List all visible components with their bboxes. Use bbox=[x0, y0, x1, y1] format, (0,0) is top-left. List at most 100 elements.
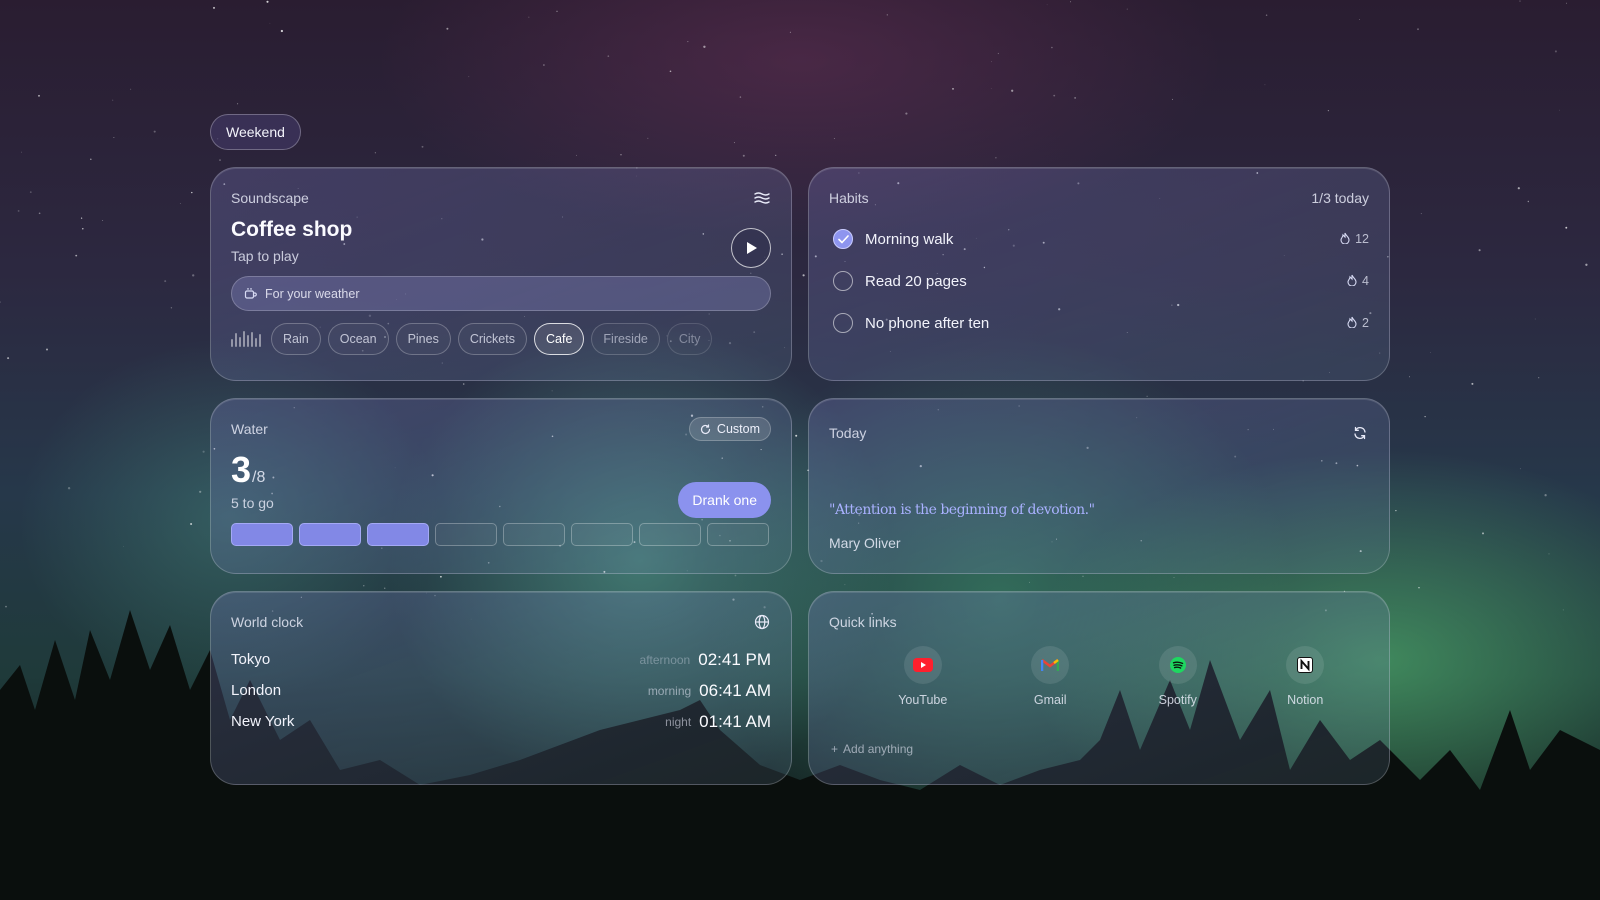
city-name: New York bbox=[231, 713, 295, 730]
context-tag[interactable]: Weekend bbox=[210, 114, 301, 150]
star bbox=[1417, 28, 1419, 31]
water-cup[interactable] bbox=[367, 523, 429, 546]
quote-author: Mary Oliver bbox=[829, 535, 901, 551]
star bbox=[1051, 46, 1053, 49]
chip-pines[interactable]: Pines bbox=[395, 323, 451, 355]
star bbox=[789, 31, 791, 33]
star bbox=[1070, 1, 1072, 3]
chip-cafe[interactable]: Cafe bbox=[534, 323, 585, 355]
quick-link-notion[interactable]: Notion bbox=[1242, 646, 1370, 707]
star bbox=[446, 27, 449, 30]
star bbox=[113, 137, 115, 138]
water-cup[interactable] bbox=[707, 523, 769, 546]
add-link-label: Add anything bbox=[843, 742, 914, 756]
star bbox=[153, 130, 156, 133]
star bbox=[1418, 587, 1420, 589]
star bbox=[952, 87, 954, 90]
star bbox=[1565, 226, 1568, 229]
star bbox=[130, 88, 132, 90]
streak: 12 bbox=[1340, 232, 1369, 247]
star bbox=[1126, 8, 1128, 10]
checkbox-empty-icon[interactable] bbox=[833, 313, 853, 333]
star bbox=[620, 154, 622, 156]
refresh-icon[interactable] bbox=[1351, 424, 1369, 442]
star bbox=[1327, 109, 1330, 112]
quick-link-label: Gmail bbox=[1033, 693, 1067, 707]
today-card: Today "Attention is the beginning of dev… bbox=[808, 398, 1390, 574]
quick-link-label: Notion bbox=[1287, 693, 1324, 707]
star bbox=[1409, 376, 1410, 378]
star bbox=[1420, 213, 1422, 215]
quote-text: "Attention is the beginning of devotion.… bbox=[829, 502, 1095, 518]
soundscape-card: Soundscape Coffee shop Tap to play For y… bbox=[210, 167, 792, 381]
star bbox=[213, 6, 215, 9]
chip-ocean[interactable]: Ocean bbox=[327, 323, 389, 355]
chip-rain[interactable]: Rain bbox=[271, 323, 321, 355]
habits-title: Habits bbox=[829, 190, 869, 206]
star bbox=[266, 0, 269, 3]
star bbox=[102, 219, 104, 222]
star bbox=[67, 487, 71, 490]
add-link-button[interactable]: + Add anything bbox=[831, 742, 913, 756]
star bbox=[1482, 532, 1484, 535]
water-goal: /8 bbox=[252, 469, 266, 486]
habit-row: No phone after ten 2 bbox=[829, 302, 1369, 344]
star bbox=[733, 142, 735, 144]
streak-count: 2 bbox=[1362, 316, 1369, 330]
youtube-icon bbox=[903, 646, 942, 684]
star bbox=[0, 301, 1, 303]
star bbox=[191, 191, 193, 194]
star bbox=[833, 138, 835, 139]
flame-icon bbox=[1347, 316, 1357, 331]
star bbox=[1011, 89, 1014, 92]
star bbox=[1566, 2, 1567, 4]
star bbox=[542, 64, 545, 66]
star bbox=[123, 545, 124, 547]
day-period: morning bbox=[647, 683, 692, 698]
habit-list: Morning walk 12 Read 20 pages 4 No phone aft… bbox=[829, 218, 1369, 344]
star bbox=[164, 280, 167, 283]
star bbox=[1029, 581, 1030, 583]
play-button[interactable] bbox=[731, 228, 771, 268]
water-cup[interactable] bbox=[435, 523, 497, 546]
water-cup[interactable] bbox=[231, 523, 293, 546]
water-cup[interactable] bbox=[503, 523, 565, 546]
city-name: London bbox=[231, 682, 282, 699]
star bbox=[190, 522, 193, 526]
water-cup[interactable] bbox=[571, 523, 633, 546]
checkbox-empty-icon[interactable] bbox=[833, 271, 853, 291]
star bbox=[1558, 109, 1560, 111]
chip-fireside[interactable]: Fireside bbox=[591, 323, 660, 355]
check-icon[interactable] bbox=[833, 229, 853, 249]
star bbox=[556, 10, 558, 12]
quick-link-label: YouTube bbox=[898, 693, 948, 707]
streak: 4 bbox=[1347, 274, 1369, 289]
star bbox=[179, 203, 181, 204]
waves-icon[interactable] bbox=[753, 189, 771, 207]
star bbox=[440, 575, 442, 578]
play-icon bbox=[747, 242, 757, 254]
star bbox=[1519, 0, 1521, 2]
star bbox=[995, 157, 997, 159]
drank-one-button[interactable]: Drank one bbox=[678, 482, 771, 518]
flame-icon bbox=[1347, 274, 1357, 289]
star bbox=[219, 159, 221, 162]
star bbox=[739, 96, 742, 98]
star bbox=[1471, 382, 1474, 385]
city-name: Tokyo bbox=[231, 651, 271, 668]
star bbox=[1146, 395, 1148, 397]
weather-suggestion[interactable]: For your weather bbox=[231, 276, 771, 311]
water-cup[interactable] bbox=[639, 523, 701, 546]
quick-link-spotify[interactable]: Spotify bbox=[1114, 646, 1242, 707]
globe-icon[interactable] bbox=[753, 613, 771, 631]
quick-link-youtube[interactable]: YouTube bbox=[859, 646, 987, 707]
quick-link-gmail[interactable]: Gmail bbox=[987, 646, 1115, 707]
chip-crickets[interactable]: Crickets bbox=[457, 323, 527, 355]
water-cup[interactable] bbox=[299, 523, 361, 546]
star bbox=[669, 70, 672, 73]
custom-button[interactable]: Custom bbox=[688, 417, 771, 441]
star bbox=[82, 228, 84, 230]
chip-city[interactable]: City bbox=[666, 323, 713, 355]
refresh-drop-icon bbox=[700, 423, 711, 434]
star bbox=[112, 99, 114, 101]
